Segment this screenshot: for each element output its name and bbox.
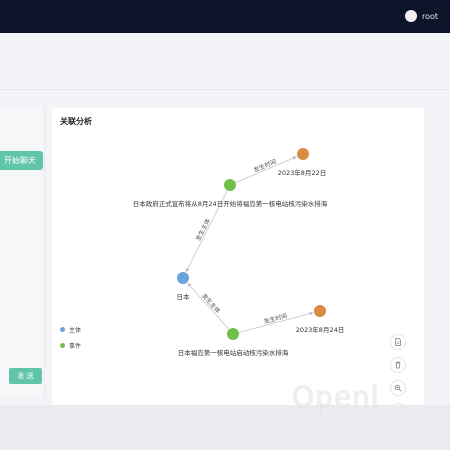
graph-edge-label: 发生主体 (194, 217, 212, 242)
save-image-icon (395, 338, 401, 346)
graph-node-event2[interactable] (227, 328, 239, 340)
legend-item-event[interactable]: 事件 (60, 341, 81, 350)
top-navigation-bar: root (0, 0, 450, 33)
legend-entity-label: 主体 (69, 327, 82, 334)
graph-legend: 主体 事件 (60, 325, 81, 357)
delete-icon (395, 361, 401, 369)
save-image-button[interactable] (390, 334, 406, 350)
legend-event-swatch (60, 343, 65, 348)
page-body: 开始聊天 关联分析 发生时间 发生主体 发生主体 发生时间 日本政府正式宣布将从8月2… (0, 33, 450, 442)
graph-node-time1[interactable] (297, 148, 309, 160)
user-avatar-icon[interactable] (404, 10, 417, 22)
delete-button[interactable] (390, 357, 406, 373)
watermark: Openl (292, 380, 380, 413)
graph-node-label: 日本政府正式宣布将从8月24日开始将福岛第一核电站核污染水排海 (133, 199, 328, 208)
legend-event-label: 事件 (69, 343, 82, 350)
graph-node-label: 日本 (177, 292, 191, 301)
graph-node-label: 2023年8月22日 (278, 168, 326, 177)
legend-item-entity[interactable]: 主体 (60, 325, 81, 334)
send-button[interactable]: 发 送 (9, 368, 42, 384)
graph-edge-label: 发生时间 (263, 312, 288, 326)
legend-entity-swatch (60, 327, 65, 332)
page-footer (0, 405, 450, 450)
username-label: root (421, 11, 438, 21)
zoom-in-icon (394, 384, 402, 392)
graph-node-label: 日本福岛第一核电站启动核污染水排海 (178, 348, 289, 357)
start-chat-button[interactable]: 开始聊天 (0, 151, 43, 170)
zoom-in-button[interactable] (390, 380, 406, 396)
user-menu[interactable]: root (404, 10, 438, 22)
graph-edge-label: 发生主体 (200, 292, 222, 315)
graph-node-event1[interactable] (224, 179, 236, 191)
section-divider (0, 89, 450, 90)
graph-node-label: 2023年8月24日 (296, 325, 344, 334)
graph-edge-label: 发生时间 (252, 157, 277, 174)
graph-node-entity1[interactable] (177, 272, 189, 284)
graph-node-time2[interactable] (314, 305, 326, 317)
